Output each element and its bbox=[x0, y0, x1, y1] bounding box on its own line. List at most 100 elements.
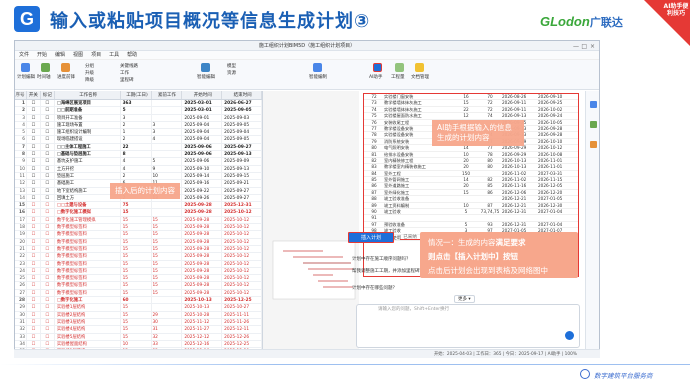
table-row[interactable]: 21 ☐ ☐ 数字模型标签料 15 15 2025-09-28 2025-10-12 bbox=[15, 245, 262, 254]
ribbon-docs[interactable]: 文档管理 bbox=[411, 74, 429, 80]
maximize-icon[interactable]: □ bbox=[581, 42, 587, 52]
row-flag[interactable]: ☐ bbox=[41, 297, 55, 304]
panel-list-icon[interactable] bbox=[590, 121, 597, 128]
row-flag[interactable]: ☐ bbox=[41, 216, 55, 224]
col-end[interactable]: 结束时间 bbox=[222, 91, 262, 99]
col-start[interactable]: 开始时间 bbox=[182, 91, 223, 99]
row-switch[interactable]: ☐ bbox=[27, 129, 41, 136]
row-flag[interactable]: ☐ bbox=[41, 326, 55, 333]
row-flag[interactable]: ☐ bbox=[41, 151, 55, 158]
smart-compile-icon[interactable] bbox=[313, 63, 322, 72]
col-no[interactable]: 序号 bbox=[15, 91, 27, 99]
row-flag[interactable]: ☐ bbox=[41, 318, 55, 326]
row-switch[interactable]: ☐ bbox=[27, 267, 41, 275]
more-dropdown[interactable]: 更多 ▾ bbox=[454, 295, 475, 303]
row-flag[interactable]: ☐ bbox=[41, 158, 55, 165]
row-switch[interactable]: ☐ bbox=[27, 107, 41, 114]
ribbon-resource[interactable]: 资源 bbox=[227, 70, 236, 76]
table-row[interactable]: 27 ☐ ☐ 数字模型标签料 15 15 2025-09-28 2025-10-12 bbox=[15, 289, 262, 298]
table-row[interactable]: 19 ☐ ☐ 数字模型标签料 15 15 2025-09-28 2025-10-12 bbox=[15, 231, 262, 239]
row-flag[interactable]: ☐ bbox=[41, 180, 55, 187]
row-switch[interactable]: ☐ bbox=[27, 194, 41, 202]
table-row[interactable]: 28 ☐ ☐ □数字化施工 60 2025-10-13 2025-12-25 bbox=[15, 297, 262, 305]
table-row[interactable]: 20 ☐ ☐ 数字模型标签料 15 15 2025-09-28 2025-10-12 bbox=[15, 238, 262, 246]
row-switch[interactable]: ☐ bbox=[27, 165, 41, 172]
ribbon-model[interactable]: 模型 bbox=[227, 63, 236, 69]
close-icon[interactable]: × bbox=[590, 42, 595, 52]
table-row[interactable]: 9 ☐ ☐ 基坑支护施工 4 5 2025-09-06 2025-09-09 bbox=[15, 158, 262, 166]
panel-tool-icon[interactable] bbox=[590, 101, 597, 108]
col-flag[interactable]: 标记 bbox=[41, 91, 55, 99]
row-switch[interactable]: ☐ bbox=[27, 245, 41, 253]
row-flag[interactable]: ☐ bbox=[41, 253, 55, 260]
row-switch[interactable]: ☐ bbox=[27, 158, 41, 165]
row-switch[interactable]: ☐ bbox=[27, 260, 41, 267]
row-flag[interactable]: ☐ bbox=[41, 282, 55, 289]
row-flag[interactable]: ☐ bbox=[41, 245, 55, 253]
row-flag[interactable]: ☐ bbox=[41, 202, 55, 209]
menu-home[interactable]: 开始 bbox=[37, 51, 47, 59]
table-row[interactable]: 31 ☐ ☐ 实验楼3层结构 15 30 2025-11-12 2025-11-26 bbox=[15, 318, 262, 327]
row-flag[interactable]: ☐ bbox=[41, 136, 55, 143]
table-row[interactable]: 6 ☐ ☐ 现场临建搭设 2 4 2025-09-04 2025-09-05 bbox=[15, 136, 262, 144]
progress-icon[interactable] bbox=[61, 63, 70, 72]
row-flag[interactable]: ☐ bbox=[41, 107, 55, 114]
ribbon-group[interactable]: 分组 bbox=[85, 63, 94, 69]
smart-edit-icon[interactable] bbox=[201, 63, 210, 72]
ai-assistant-icon[interactable] bbox=[373, 63, 382, 72]
row-flag[interactable]: ☐ bbox=[41, 275, 55, 282]
table-row[interactable]: 3 ☐ ☐ 项目开工准备 3 2025-09-01 2025-09-03 bbox=[15, 114, 262, 122]
row-switch[interactable]: ☐ bbox=[27, 187, 41, 194]
row-switch[interactable]: ☐ bbox=[27, 275, 41, 282]
row-switch[interactable]: ☐ bbox=[27, 136, 41, 143]
ribbon-quantity[interactable]: 工程量 bbox=[391, 74, 405, 80]
table-row[interactable]: 24 ☐ ☐ 数字模型标签料 15 15 2025-09-28 2025-10-12 bbox=[15, 267, 262, 276]
row-flag[interactable]: ☐ bbox=[41, 129, 55, 136]
row-flag[interactable]: ☐ bbox=[41, 333, 55, 340]
row-switch[interactable]: ☐ bbox=[27, 202, 41, 209]
col-name[interactable]: 工作名称 bbox=[55, 91, 121, 99]
ribbon-timeline[interactable]: 时间轴 bbox=[37, 74, 51, 80]
row-switch[interactable]: ☐ bbox=[27, 231, 41, 238]
row-switch[interactable]: ☐ bbox=[27, 289, 41, 297]
row-flag[interactable]: ☐ bbox=[41, 311, 55, 318]
table-row[interactable]: 15 ☐ ☐ □□土建与设备 75 2025-09-28 2025-12-31 bbox=[15, 202, 262, 210]
row-flag[interactable]: ☐ bbox=[41, 260, 55, 267]
table-row[interactable]: 30 ☐ ☐ 实验楼2层结构 15 29 2025-10-28 2025-11-11 bbox=[15, 311, 262, 319]
suggested-question-1[interactable]: 计划中存在施工顺序问题吗？ bbox=[352, 256, 411, 262]
row-flag[interactable]: ☐ bbox=[41, 194, 55, 202]
table-row[interactable]: 4 ☐ ☐ 施工现场布置 2 3 2025-09-04 2025-09-05 bbox=[15, 121, 262, 130]
row-switch[interactable]: ☐ bbox=[27, 143, 41, 151]
row-switch[interactable]: ☐ bbox=[27, 333, 41, 340]
ribbon-upgrade[interactable]: 升级 bbox=[85, 70, 94, 76]
table-row[interactable]: 32 ☐ ☐ 实验楼4层结构 15 31 2025-11-27 2025-12-11 bbox=[15, 326, 262, 334]
col-switch[interactable]: 开关 bbox=[27, 91, 41, 99]
table-row[interactable]: 5 ☐ ☐ 施工组织设计编制 1 3 2025-09-04 2025-09-04 bbox=[15, 129, 262, 137]
menu-tools[interactable]: 工具 bbox=[109, 51, 119, 59]
send-icon[interactable] bbox=[565, 331, 574, 340]
row-switch[interactable]: ☐ bbox=[27, 311, 41, 318]
row-flag[interactable]: ☐ bbox=[41, 187, 55, 194]
row-switch[interactable]: ☐ bbox=[27, 114, 41, 121]
menu-file[interactable]: 文件 bbox=[19, 51, 29, 59]
table-row[interactable]: 11 ☐ ☐ 垫层施工 2 10 2025-09-14 2025-09-15 bbox=[15, 172, 262, 181]
ribbon-milestone[interactable]: 里程碑 bbox=[120, 77, 134, 83]
table-row[interactable]: 2 ☐ ☐ □□前期准备 5 2025-03-01 2025-09-05 bbox=[15, 107, 262, 115]
row-switch[interactable]: ☐ bbox=[27, 318, 41, 326]
table-row[interactable]: 17 ☐ ☐ 数字化施工管理模拟 15 15 2025-09-28 2025-10-12 bbox=[15, 216, 262, 225]
row-switch[interactable]: ☐ bbox=[27, 172, 41, 180]
docs-icon[interactable] bbox=[415, 63, 424, 72]
table-row[interactable]: 8 ☐ ☐ □基础与垫层施工 8 2025-09-06 2025-09-13 bbox=[15, 151, 262, 159]
panel-settings-icon[interactable] bbox=[590, 141, 597, 148]
row-switch[interactable]: ☐ bbox=[27, 326, 41, 333]
col-duration[interactable]: 工期(工日) bbox=[121, 91, 153, 99]
table-row[interactable]: 23 ☐ ☐ 数字模型标签料 15 15 2025-09-28 2025-10-12 bbox=[15, 260, 262, 268]
table-row[interactable]: 10 ☐ ☐ 土方开挖 4 9 2025-09-10 2025-09-13 bbox=[15, 165, 262, 173]
table-row[interactable]: 25 ☐ ☐ 数字模型标签料 15 15 2025-09-28 2025-10-12 bbox=[15, 275, 262, 283]
row-switch[interactable]: ☐ bbox=[27, 121, 41, 129]
gantt-chart[interactable] bbox=[263, 91, 359, 355]
row-flag[interactable]: ☐ bbox=[41, 289, 55, 297]
row-switch[interactable]: ☐ bbox=[27, 238, 41, 245]
ribbon-smart-edit[interactable]: 智能编辑 bbox=[197, 74, 215, 80]
menu-help[interactable]: 帮助 bbox=[127, 51, 137, 59]
